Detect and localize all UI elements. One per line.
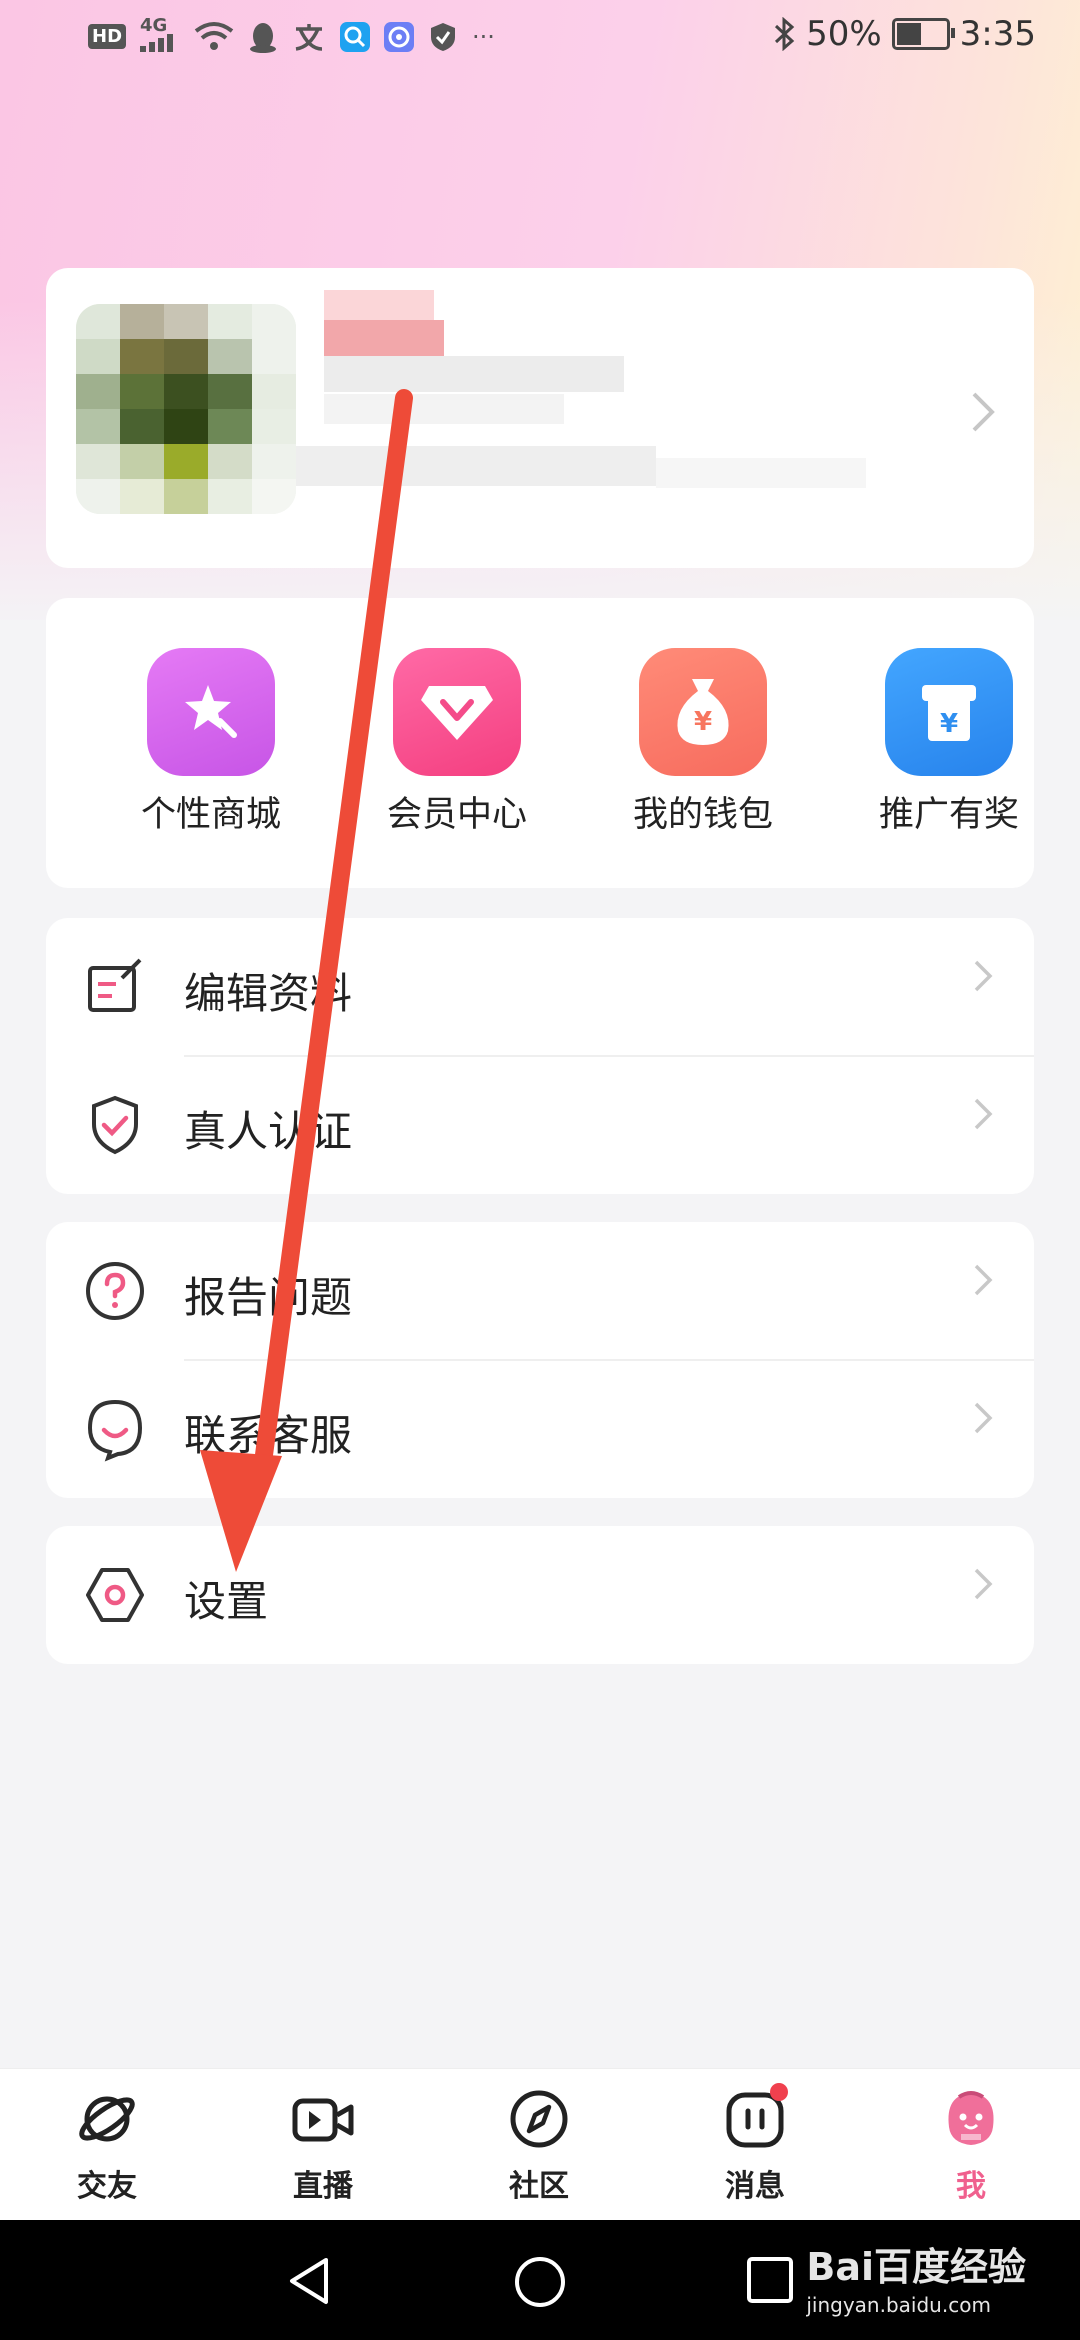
tab-me[interactable]: 我 (896, 2087, 1046, 2205)
tab-dating[interactable]: 交友 (32, 2087, 182, 2205)
tab-label: 消息 (725, 2169, 785, 2204)
network-4g-icon: 4G (140, 17, 180, 55)
translate-icon (295, 23, 323, 51)
more-notifications-icon: ··· (472, 22, 495, 51)
menu-label: 真人认证 (184, 1107, 353, 1156)
edit-icon (88, 958, 142, 1012)
tab-label: 我 (956, 2169, 986, 2204)
tab-community[interactable]: 社区 (464, 2087, 614, 2205)
tab-label: 交友 (77, 2169, 137, 2204)
battery-icon (891, 18, 955, 50)
menu-label: 联系客服 (184, 1411, 353, 1460)
baidu-jingyan-watermark: Bai百度经验 jingyan.baidu.com (806, 2245, 1026, 2317)
battery-percent: 50% (806, 14, 882, 54)
money-bag-icon: ¥ (639, 648, 767, 776)
profile-card[interactable] (46, 268, 1034, 568)
quick-action-label: 我的钱包 (632, 795, 773, 835)
qq-penguin-icon (250, 22, 277, 53)
music-app-icon (384, 21, 415, 52)
home-icon[interactable] (512, 2254, 568, 2310)
settings-icon (86, 1568, 144, 1622)
tab-label: 社区 (509, 2169, 569, 2204)
quick-action-label: 个性商城 (140, 795, 281, 835)
quick-action-theme-store[interactable]: 个性商城 (106, 648, 316, 837)
svg-text:¥: ¥ (940, 709, 958, 739)
security-shield-icon (431, 22, 456, 51)
menu-item-report-problem[interactable]: 报告问题 (46, 1222, 1034, 1360)
quick-action-vip-center[interactable]: 会员中心 (352, 648, 562, 837)
quick-action-referral[interactable]: ¥ 推广有奖 (844, 648, 1054, 837)
svg-text:¥: ¥ (694, 707, 712, 737)
chevron-right-icon (974, 1402, 993, 1434)
chevron-right-icon (974, 960, 993, 992)
unread-badge (770, 2083, 788, 2101)
star-wand-icon (147, 648, 275, 776)
menu-group-settings: 设置 (46, 1526, 1034, 1664)
bottom-tab-bar: 交友 直播 社区 消息 我 (0, 2068, 1080, 2221)
search-app-icon (340, 21, 371, 52)
clock: 3:35 (959, 14, 1036, 54)
tab-messages[interactable]: 消息 (680, 2083, 830, 2205)
me-avatar-icon (948, 2091, 994, 2145)
quick-action-label: 推广有奖 (878, 795, 1019, 835)
video-icon (292, 2098, 354, 2142)
menu-group-support: 报告问题 联系客服 (46, 1222, 1034, 1498)
back-icon[interactable] (282, 2254, 336, 2308)
chevron-right-icon (974, 1568, 993, 1600)
menu-item-settings[interactable]: 设置 (46, 1526, 1034, 1664)
tab-label: 直播 (293, 2169, 353, 2204)
hd-icon: HD (88, 24, 127, 49)
planet-icon (79, 2096, 135, 2142)
chevron-right-icon (974, 1098, 993, 1130)
vip-diamond-icon (393, 648, 521, 776)
menu-label: 设置 (184, 1577, 269, 1626)
question-icon (86, 1262, 144, 1320)
quick-action-label: 会员中心 (386, 795, 527, 835)
recents-icon[interactable] (744, 2254, 796, 2306)
gift-box-icon: ¥ (885, 648, 1013, 776)
profile-chevron-icon[interactable] (970, 390, 996, 438)
tab-live[interactable]: 直播 (248, 2087, 398, 2205)
chevron-right-icon (974, 1264, 993, 1296)
verified-shield-icon (92, 1095, 138, 1155)
menu-label: 报告问题 (184, 1273, 353, 1322)
customer-service-icon (87, 1399, 143, 1462)
menu-item-edit-profile[interactable]: 编辑资料 (46, 918, 1034, 1056)
menu-item-customer-service[interactable]: 联系客服 (46, 1360, 1034, 1498)
menu-group-profile: 编辑资料 真人认证 (46, 918, 1034, 1194)
menu-label: 编辑资料 (184, 969, 353, 1018)
menu-item-real-verification[interactable]: 真人认证 (46, 1056, 1034, 1194)
status-bar: HD 4G ··· 50% 3:35 (0, 0, 1080, 80)
bluetooth-icon (775, 17, 795, 51)
compass-icon (510, 2090, 568, 2148)
quick-action-wallet[interactable]: ¥ 我的钱包 (598, 648, 808, 837)
wifi-icon (194, 21, 234, 50)
avatar[interactable] (76, 304, 296, 514)
quick-actions-card: 个性商城 会员中心 ¥ 我的钱包 ¥ 推广有奖 (46, 598, 1034, 888)
